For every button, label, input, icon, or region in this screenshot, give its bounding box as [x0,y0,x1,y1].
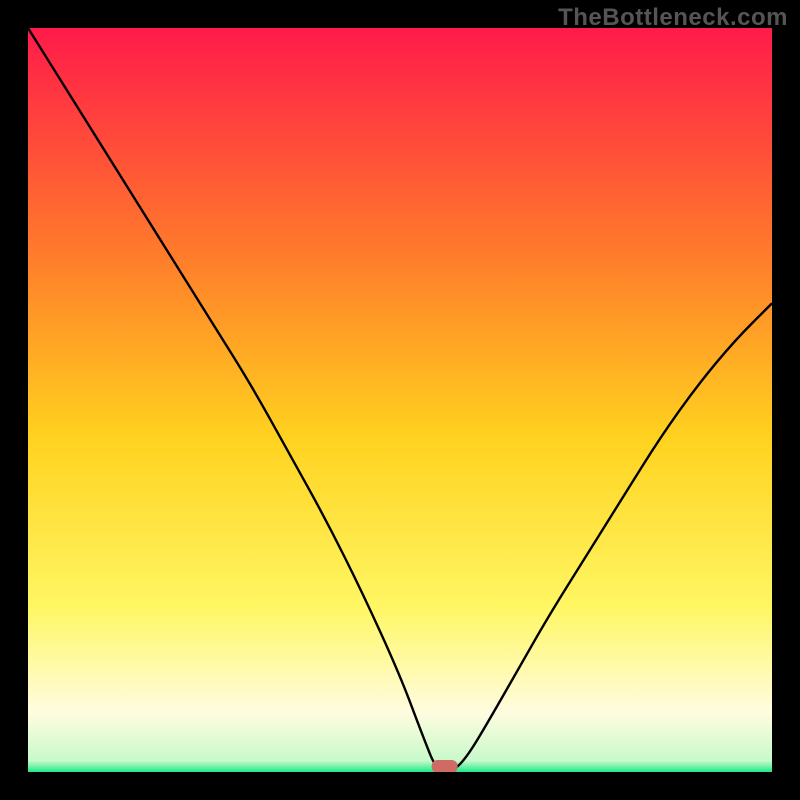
plot-area [28,28,772,772]
optimal-marker [28,28,772,772]
chart-frame: TheBottleneck.com [0,0,800,800]
watermark-text: TheBottleneck.com [558,4,788,32]
